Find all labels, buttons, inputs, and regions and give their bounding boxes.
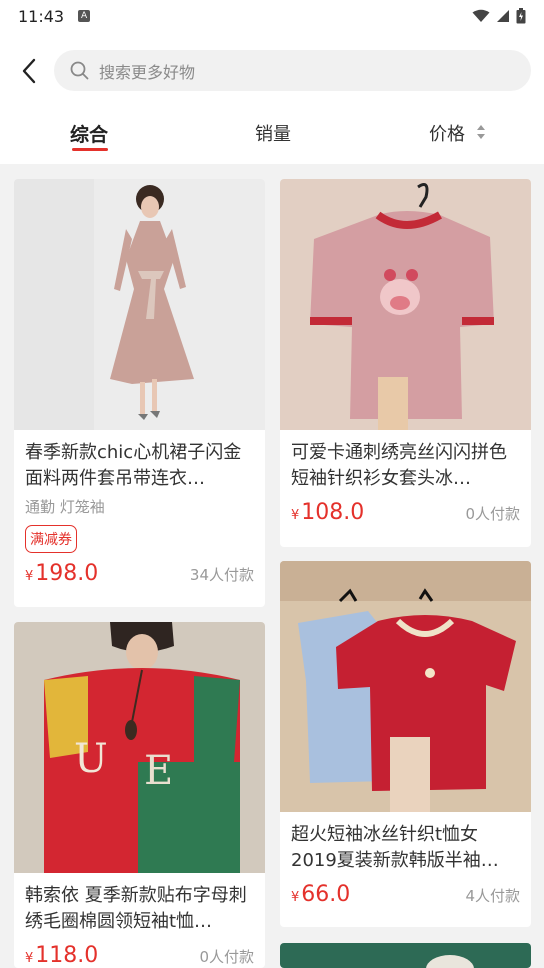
notification-icon: A — [78, 10, 91, 22]
price-value: 118.0 — [35, 943, 99, 968]
product-price: ¥118.0 — [25, 943, 98, 968]
product-price: ¥198.0 — [25, 561, 98, 586]
currency-symbol: ¥ — [291, 508, 300, 523]
product-title: 可爱卡通刺绣亮丝闪闪拼色短袖针织衫女套头冰… — [291, 442, 507, 489]
svg-text:U: U — [74, 736, 108, 782]
wifi-icon — [472, 9, 490, 22]
price-value: 198.0 — [35, 561, 99, 586]
tab-price[interactable]: 价格 — [429, 120, 465, 146]
top-bar: 搜索更多好物 — [0, 32, 544, 108]
signal-icon — [497, 10, 509, 22]
currency-symbol: ¥ — [291, 890, 300, 905]
product-tags: 通勤 灯笼袖 — [25, 498, 105, 516]
product-card[interactable]: 可爱卡通刺绣亮丝闪闪拼色短袖针织衫女套头冰… ¥108.0 0人付款 — [280, 179, 531, 547]
svg-text:E: E — [144, 748, 173, 794]
status-bar: 11:43 A — [0, 0, 544, 32]
sort-arrows-icon[interactable] — [476, 124, 486, 140]
product-price: ¥66.0 — [291, 882, 350, 907]
product-image — [280, 943, 531, 968]
tab-comprehensive[interactable]: 综合 — [70, 120, 108, 147]
coupon-badge: 满减券 — [25, 525, 77, 553]
status-icons — [472, 8, 526, 24]
sold-count: 34人付款 — [189, 566, 254, 584]
price-value: 66.0 — [301, 882, 351, 907]
price-value: 108.0 — [301, 500, 365, 525]
product-price: ¥108.0 — [291, 500, 364, 525]
battery-icon — [516, 8, 526, 24]
search-input[interactable]: 搜索更多好物 — [54, 50, 531, 91]
sort-tabs: 综合 销量 价格 — [0, 108, 544, 164]
active-tab-indicator — [72, 148, 108, 151]
product-title: 超火短袖冰丝针织t恤女2019夏装新款韩版半袖… — [291, 824, 499, 871]
product-image — [280, 179, 531, 430]
price-row: ¥108.0 0人付款 — [280, 500, 531, 525]
search-placeholder: 搜索更多好物 — [99, 62, 196, 82]
product-card[interactable]: 超火短袖冰丝针织t恤女2019夏装新款韩版半袖… ¥66.0 4人付款 — [280, 561, 531, 927]
product-image — [14, 179, 265, 430]
price-row: ¥66.0 4人付款 — [280, 882, 531, 907]
price-row: ¥118.0 0人付款 — [14, 943, 265, 968]
search-icon — [70, 61, 89, 80]
sold-count: 4人付款 — [465, 887, 520, 905]
currency-symbol: ¥ — [25, 569, 34, 584]
chevron-left-icon — [22, 58, 36, 84]
sold-count: 0人付款 — [199, 948, 254, 966]
status-time: 11:43 — [18, 6, 65, 26]
product-title: 韩索依 夏季新款贴布字母刺绣毛圈棉圆领短袖t恤… — [25, 885, 247, 932]
product-image — [280, 561, 531, 812]
back-button[interactable] — [14, 56, 44, 86]
product-title: 春季新款chic心机裙子闪金面料两件套吊带连衣… — [25, 442, 242, 489]
product-card[interactable]: U E 韩索依 夏季新款贴布字母刺绣毛圈棉圆领短袖t恤… ¥118.0 0人付款 — [14, 622, 265, 968]
price-row: ¥198.0 34人付款 — [14, 561, 265, 586]
currency-symbol: ¥ — [25, 951, 34, 966]
sold-count: 0人付款 — [465, 505, 520, 523]
tab-sales[interactable]: 销量 — [255, 120, 291, 146]
product-image: U E — [14, 622, 265, 873]
product-card[interactable] — [280, 943, 531, 968]
product-card[interactable]: 春季新款chic心机裙子闪金面料两件套吊带连衣… 通勤 灯笼袖 满减券 ¥198… — [14, 179, 265, 607]
